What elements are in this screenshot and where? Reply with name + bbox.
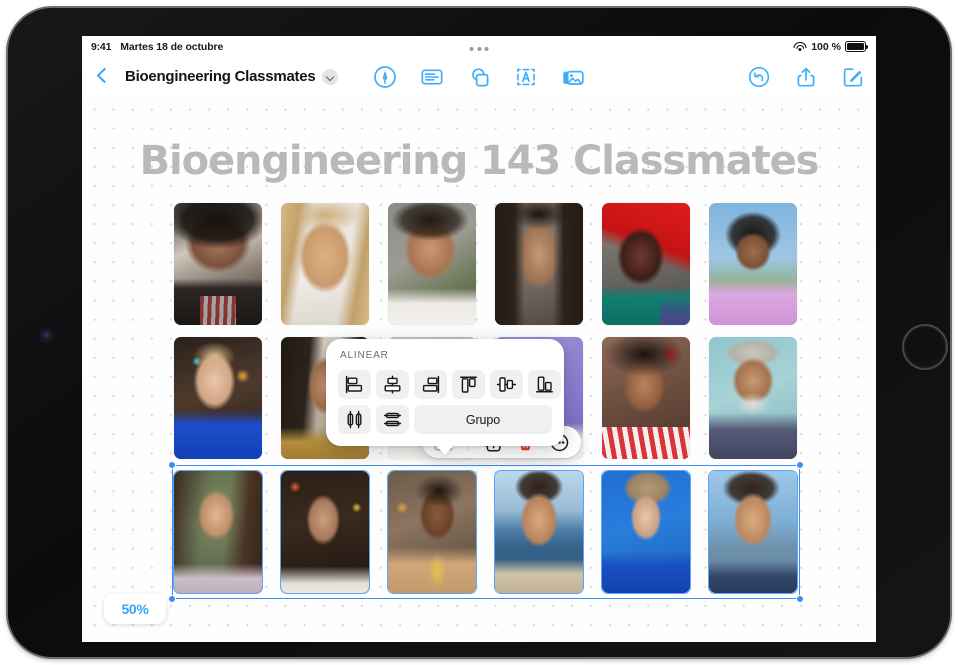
selection-handle-bottom-left[interactable] bbox=[168, 595, 176, 603]
portrait-16[interactable] bbox=[495, 471, 583, 593]
list-item[interactable] bbox=[281, 203, 369, 325]
selection-handle-top-left[interactable] bbox=[168, 461, 176, 469]
chevron-left-icon[interactable] bbox=[92, 65, 114, 89]
navigation-bar: Bioengineering Classmates bbox=[82, 57, 876, 96]
portrait-15[interactable] bbox=[388, 471, 476, 593]
portrait-4[interactable] bbox=[495, 203, 583, 325]
portrait-3[interactable] bbox=[388, 203, 476, 325]
portrait-18[interactable] bbox=[709, 471, 797, 593]
list-item[interactable] bbox=[174, 203, 262, 325]
battery-percent-label: 100 % bbox=[811, 41, 841, 53]
chevron-down-icon[interactable] bbox=[322, 69, 338, 85]
align-bottom-icon[interactable] bbox=[528, 370, 561, 399]
list-item[interactable] bbox=[709, 337, 797, 459]
whiteboard-canvas[interactable]: Bioengineering 143 Classmates bbox=[82, 96, 876, 642]
selection-handle-top-right[interactable] bbox=[796, 461, 804, 469]
list-item[interactable] bbox=[495, 471, 583, 593]
share-up-icon[interactable] bbox=[793, 64, 819, 90]
multitasking-handle[interactable] bbox=[470, 47, 489, 51]
align-right-icon[interactable] bbox=[414, 370, 447, 399]
page-title: Bioengineering Classmates bbox=[125, 68, 315, 85]
ipad-screen: 9:41 Martes 18 de octubre 100 % Bioengin… bbox=[82, 36, 876, 642]
right-toolbar bbox=[746, 64, 866, 90]
group-button[interactable]: Grupo bbox=[414, 405, 552, 434]
distribute-vertical-icon[interactable] bbox=[376, 405, 409, 434]
battery-full-icon bbox=[845, 41, 866, 52]
portrait-14[interactable] bbox=[281, 471, 369, 593]
list-item[interactable] bbox=[174, 471, 262, 593]
letter-a-frame-icon[interactable] bbox=[513, 64, 539, 90]
portrait-12[interactable] bbox=[709, 337, 797, 459]
align-middle-vertical-icon[interactable] bbox=[490, 370, 523, 399]
pen-circle-icon[interactable] bbox=[372, 64, 398, 90]
ipad-device: 9:41 Martes 18 de octubre 100 % Bioengin… bbox=[8, 8, 950, 657]
list-item[interactable] bbox=[174, 337, 262, 459]
align-buttons-row-2: Grupo bbox=[338, 405, 552, 434]
portrait-17[interactable] bbox=[602, 471, 690, 593]
align-top-icon[interactable] bbox=[452, 370, 485, 399]
list-item[interactable] bbox=[281, 471, 369, 593]
portrait-13[interactable] bbox=[174, 471, 262, 593]
status-indicators: 100 % bbox=[793, 41, 866, 53]
distribute-horizontal-icon[interactable] bbox=[338, 405, 371, 434]
list-item[interactable] bbox=[709, 471, 797, 593]
portrait-2[interactable] bbox=[281, 203, 369, 325]
photo-row-bottom-selected bbox=[174, 471, 797, 593]
status-time: 9:41 bbox=[91, 41, 111, 53]
photo-row-top bbox=[174, 203, 797, 325]
shapes-icon[interactable] bbox=[466, 64, 492, 90]
align-popover: ALINEAR bbox=[326, 339, 564, 446]
compose-pencil-icon[interactable] bbox=[840, 64, 866, 90]
undo-arrow-icon[interactable] bbox=[746, 64, 772, 90]
wifi-icon bbox=[793, 41, 807, 52]
list-item[interactable] bbox=[495, 203, 583, 325]
portrait-11[interactable] bbox=[602, 337, 690, 459]
front-camera-icon bbox=[41, 330, 52, 341]
list-item[interactable] bbox=[388, 203, 476, 325]
list-item[interactable] bbox=[388, 471, 476, 593]
align-buttons-row-1 bbox=[338, 370, 552, 399]
center-toolbar bbox=[372, 64, 586, 90]
home-button-indicator[interactable] bbox=[902, 324, 948, 370]
align-center-horizontal-icon[interactable] bbox=[376, 370, 409, 399]
list-item[interactable] bbox=[602, 337, 690, 459]
portrait-6[interactable] bbox=[709, 203, 797, 325]
zoom-level-control[interactable]: 50% bbox=[104, 594, 166, 624]
board-title: Bioengineering 143 Classmates bbox=[82, 138, 876, 184]
list-item[interactable] bbox=[602, 471, 690, 593]
list-item[interactable] bbox=[709, 203, 797, 325]
status-date: Martes 18 de octubre bbox=[120, 41, 223, 53]
list-item[interactable] bbox=[602, 203, 690, 325]
text-box-icon[interactable] bbox=[419, 64, 445, 90]
photos-icon[interactable] bbox=[560, 64, 586, 90]
align-left-icon[interactable] bbox=[338, 370, 371, 399]
selection-handle-bottom-right[interactable] bbox=[796, 595, 804, 603]
portrait-1[interactable] bbox=[174, 203, 262, 325]
portrait-5[interactable] bbox=[602, 203, 690, 325]
align-popover-heading: ALINEAR bbox=[340, 350, 552, 361]
portrait-7[interactable] bbox=[174, 337, 262, 459]
